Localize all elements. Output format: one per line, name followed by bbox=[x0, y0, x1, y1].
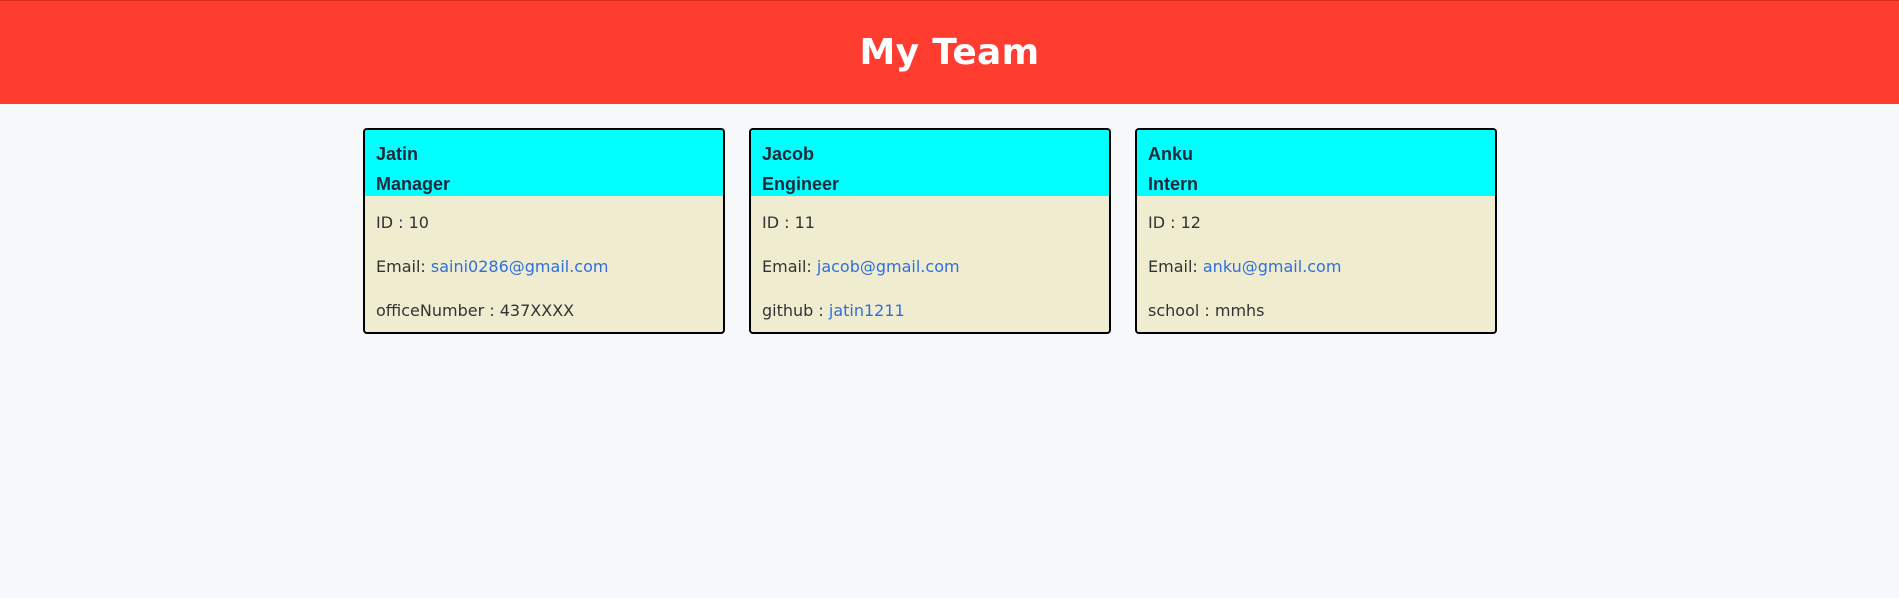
employee-name: Anku bbox=[1148, 144, 1193, 164]
github-link[interactable]: jatin1211 bbox=[829, 301, 905, 320]
email-link[interactable]: jacob@gmail.com bbox=[817, 257, 960, 276]
office-number-label: officeNumber : bbox=[376, 301, 500, 320]
card-header: Jacob Engineer bbox=[751, 130, 1109, 196]
card-header: Anku Intern bbox=[1137, 130, 1495, 196]
github-label: github : bbox=[762, 301, 829, 320]
employee-email: Email: jacob@gmail.com bbox=[762, 256, 1098, 300]
employee-id: ID : 11 bbox=[762, 212, 1098, 256]
employee-role: Manager bbox=[376, 174, 451, 194]
employee-id: ID : 12 bbox=[1148, 212, 1484, 256]
employee-school: school : mmhs bbox=[1148, 300, 1484, 322]
page-title: My Team bbox=[859, 32, 1040, 73]
id-value: 12 bbox=[1180, 213, 1201, 232]
card-body: ID : 12 Email: anku@gmail.com school : m… bbox=[1137, 196, 1495, 322]
employee-card-engineer: Jacob Engineer ID : 11 Email: jacob@gmai… bbox=[749, 128, 1111, 334]
page-header: My Team bbox=[0, 0, 1899, 104]
employee-role: Engineer bbox=[762, 174, 840, 194]
email-label: Email: bbox=[762, 257, 817, 276]
office-number-value: 437XXXX bbox=[499, 301, 575, 320]
email-link[interactable]: anku@gmail.com bbox=[1203, 257, 1342, 276]
id-value: 11 bbox=[794, 213, 815, 232]
employee-github: github : jatin1211 bbox=[762, 300, 1098, 322]
id-label: ID : bbox=[762, 213, 795, 232]
school-label: school : bbox=[1148, 301, 1215, 320]
employee-card-manager: Jatin Manager ID : 10 Email: saini0286@g… bbox=[363, 128, 725, 334]
email-label: Email: bbox=[376, 257, 431, 276]
employee-name: Jatin bbox=[376, 144, 419, 164]
employee-id: ID : 10 bbox=[376, 212, 712, 256]
id-value: 10 bbox=[408, 213, 429, 232]
employee-email: Email: saini0286@gmail.com bbox=[376, 256, 712, 300]
id-label: ID : bbox=[376, 213, 409, 232]
card-header: Jatin Manager bbox=[365, 130, 723, 196]
id-label: ID : bbox=[1148, 213, 1181, 232]
employee-name: Jacob bbox=[762, 144, 815, 164]
card-body: ID : 11 Email: jacob@gmail.com github : … bbox=[751, 196, 1109, 322]
email-link[interactable]: saini0286@gmail.com bbox=[431, 257, 609, 276]
employee-role: Intern bbox=[1148, 174, 1199, 194]
team-cards: Jatin Manager ID : 10 Email: saini0286@g… bbox=[363, 128, 1498, 334]
card-body: ID : 10 Email: saini0286@gmail.com offic… bbox=[365, 196, 723, 322]
school-value: mmhs bbox=[1214, 301, 1265, 320]
employee-office-number: officeNumber : 437XXXX bbox=[376, 300, 712, 322]
employee-card-intern: Anku Intern ID : 12 Email: anku@gmail.co… bbox=[1135, 128, 1497, 334]
email-label: Email: bbox=[1148, 257, 1203, 276]
employee-email: Email: anku@gmail.com bbox=[1148, 256, 1484, 300]
